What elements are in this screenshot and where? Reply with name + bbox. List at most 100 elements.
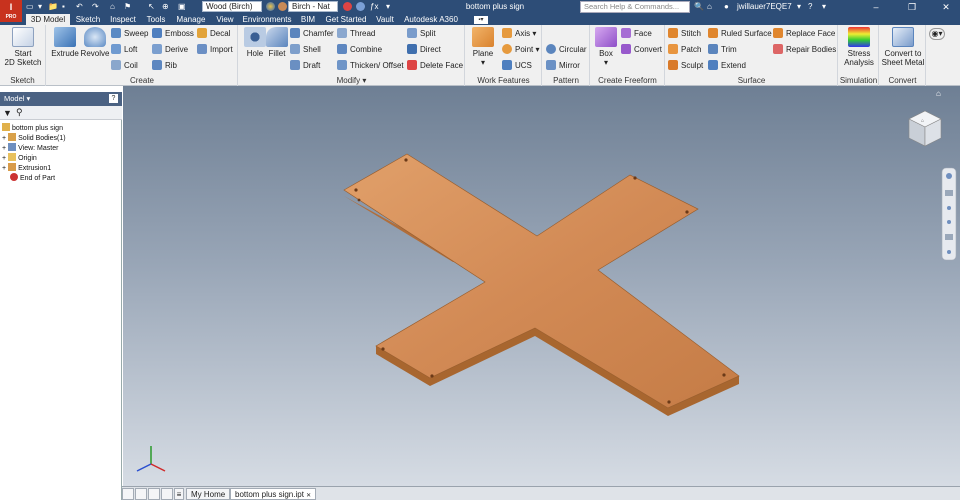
material-dropdown[interactable]: Wood (Birch) [202, 1, 262, 12]
tab-sketch[interactable]: Sketch [72, 14, 104, 25]
file-icon[interactable]: ▭ [26, 2, 34, 12]
thread-button[interactable]: Thread [337, 28, 375, 40]
coil-button[interactable]: Coil [111, 60, 138, 72]
save-icon[interactable]: ▪ [62, 2, 65, 12]
tab-autodesk-a360[interactable]: Autodesk A360 [400, 14, 462, 25]
circular-button[interactable]: Circular [546, 44, 587, 56]
find-icon[interactable]: ⚲ [16, 107, 23, 118]
viewcube[interactable]: ⌂ [908, 110, 942, 147]
close-tab-icon[interactable]: ✕ [306, 493, 311, 499]
new-icon[interactable]: ▾ [38, 2, 42, 12]
clear-override-icon[interactable] [343, 2, 352, 11]
ruled-surface-button[interactable]: Ruled Surface [708, 28, 772, 40]
appearance-dropdown[interactable]: Birch - Nat [288, 1, 338, 12]
ribbon-minimize-icon[interactable]: ▪▾ [474, 16, 488, 24]
tab-manage[interactable]: Manage [172, 14, 210, 25]
draft-button[interactable]: Draft [290, 60, 320, 72]
stitch-button[interactable]: Stitch [668, 28, 701, 40]
point-button[interactable]: Point ▾ [502, 44, 539, 56]
search-icon[interactable]: 🔍 [694, 2, 704, 12]
my-home-tab[interactable]: My Home [186, 488, 231, 500]
delete-face-button[interactable]: Delete Face [407, 60, 463, 72]
user-name[interactable]: jwillauer7EQE7 [737, 1, 792, 13]
arrange-icon[interactable] [161, 488, 173, 500]
tree-extrusion1[interactable]: + Extrusion1 [2, 163, 51, 173]
import-button[interactable]: Import [197, 44, 233, 56]
tab-view[interactable]: View [212, 14, 238, 25]
tree-origin[interactable]: + Origin [2, 153, 37, 163]
tile-horizontal-icon[interactable] [122, 488, 134, 500]
tab-inspect[interactable]: Inspect [106, 14, 140, 25]
open-icon[interactable]: 📁 [48, 2, 58, 12]
help-search-input[interactable]: Search Help & Commands... [580, 1, 690, 13]
tab-environments[interactable]: Environments [240, 14, 294, 25]
fx-icon[interactable]: ƒx [370, 2, 378, 12]
trim-button[interactable]: Trim [708, 44, 737, 56]
tile-vertical-icon[interactable] [135, 488, 147, 500]
cascade-icon[interactable] [148, 488, 160, 500]
tree-view-master[interactable]: + View: Master [2, 143, 58, 153]
select-priority-icon[interactable]: ▣ [178, 2, 186, 12]
panel-modify-title[interactable]: Modify ▾ [239, 76, 464, 85]
user-dropdown-icon[interactable]: ▾ [797, 2, 801, 12]
convert-freeform-button[interactable]: Convert [621, 44, 662, 56]
expand-icon[interactable]: + [2, 165, 6, 172]
minimize-icon[interactable]: – [862, 0, 890, 14]
update-icon[interactable]: ⚑ [124, 2, 131, 12]
document-menu-icon[interactable]: ≡ [174, 488, 184, 500]
close-icon[interactable]: ✕ [932, 0, 960, 14]
redo-icon[interactable]: ↷ [92, 2, 99, 12]
tab-vault[interactable]: Vault [372, 14, 398, 25]
emboss-button[interactable]: Emboss [152, 28, 194, 40]
graphics-viewport[interactable]: ⌂ ⌂ [123, 86, 960, 486]
tree-solid-bodies[interactable]: + Solid Bodies(1) [2, 133, 66, 143]
decal-button[interactable]: Decal [197, 28, 230, 40]
loft-button[interactable]: Loft [111, 44, 137, 56]
navigation-bar[interactable] [941, 167, 957, 261]
sweep-button[interactable]: Sweep [111, 28, 148, 40]
tab-tools[interactable]: Tools [142, 14, 170, 25]
maximize-icon[interactable]: ❐ [898, 0, 926, 14]
tree-root[interactable]: bottom plus sign [2, 123, 63, 133]
plus-sign-part[interactable] [343, 153, 740, 416]
derive-button[interactable]: Derive [152, 44, 188, 56]
combine-button[interactable]: Combine [337, 44, 382, 56]
app-logo[interactable]: I PRO [0, 0, 22, 22]
shell-button[interactable]: Shell [290, 44, 321, 56]
face-button[interactable]: Face [621, 28, 652, 40]
adjust-icon[interactable] [356, 2, 365, 11]
expand-icon[interactable]: + [2, 135, 6, 142]
replace-face-button[interactable]: Replace Face [773, 28, 835, 40]
patch-button[interactable]: Patch [668, 44, 701, 56]
stress-analysis-button[interactable]: Stress Analysis [841, 27, 877, 67]
rib-button[interactable]: Rib [152, 60, 177, 72]
help-dropdown-icon[interactable]: ▾ [822, 2, 826, 12]
tab-get-started[interactable]: Get Started [322, 14, 370, 25]
help-icon[interactable]: ? [808, 2, 812, 12]
start-2d-sketch-button[interactable]: Start 2D Sketch [2, 27, 44, 67]
ribbon-options-icon[interactable]: ◉▾ [929, 28, 945, 40]
revolve-button[interactable]: Revolve [80, 27, 110, 58]
customize-icon[interactable]: ▾ [386, 2, 390, 12]
browser-help-icon[interactable]: ? [109, 94, 118, 103]
model-browser-header[interactable]: Model ▾? [0, 92, 122, 106]
mirror-button[interactable]: Mirror [546, 60, 580, 72]
expand-icon[interactable]: + [2, 155, 6, 162]
undo-icon[interactable]: ↶ [76, 2, 83, 12]
filter-icon[interactable]: ▼ [3, 108, 12, 118]
tab-3d-model[interactable]: 3D Model [26, 14, 70, 25]
box-button[interactable]: Box ▾ [594, 27, 618, 67]
select-icon[interactable]: ↖ [148, 2, 155, 12]
cart-icon[interactable]: ⌂ [707, 2, 712, 12]
ucs-button[interactable]: UCS [502, 60, 532, 72]
appearance-icon[interactable] [266, 2, 275, 11]
sculpt-button[interactable]: Sculpt [668, 60, 703, 72]
measure-icon[interactable]: ⊕ [162, 2, 169, 12]
viewcube-home-button[interactable] [942, 86, 960, 104]
document-tab[interactable]: bottom plus sign.ipt ✕ [230, 488, 317, 500]
home-icon[interactable]: ⌂ [110, 2, 115, 12]
expand-icon[interactable]: + [2, 145, 6, 152]
direct-button[interactable]: Direct [407, 44, 441, 56]
user-icon[interactable]: ● [724, 2, 729, 12]
thicken-offset-button[interactable]: Thicken/ Offset [337, 60, 404, 72]
